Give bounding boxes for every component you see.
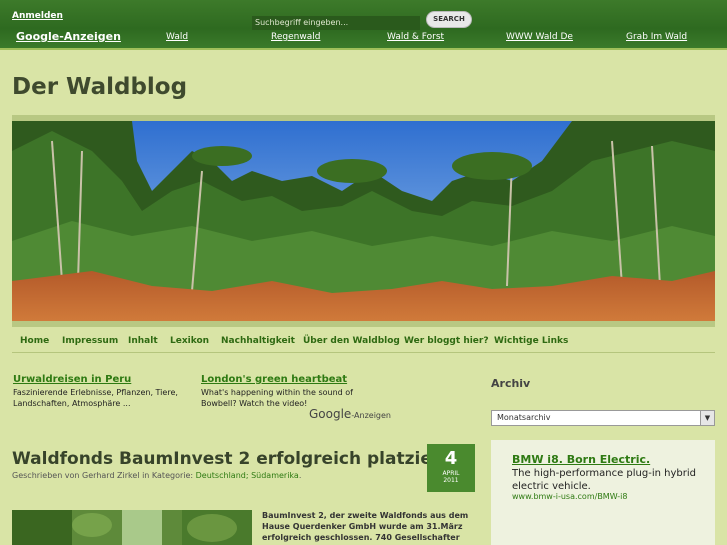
login-link[interactable]: Anmelden: [12, 11, 63, 21]
archive-select-value: Monatsarchiv: [497, 413, 551, 422]
post-meta-author: Geschrieben von Gerhard Zirkel in Katego…: [12, 471, 196, 480]
sidebar-ad-url[interactable]: www.bmw-i-usa.com/BMW-i8: [512, 492, 628, 501]
post-excerpt: BaumInvest 2, der zweite Waldfonds aus d…: [262, 511, 469, 542]
header-image: [12, 115, 715, 327]
google-ads-label[interactable]: Google-Anzeigen: [16, 30, 121, 43]
google-brand: Google: [309, 407, 352, 421]
ad-title-london[interactable]: London's green heartbeat: [201, 374, 347, 385]
date-year: 2011: [443, 477, 459, 484]
sidebar-ad-title[interactable]: BMW i8. Born Electric.: [512, 453, 650, 466]
main-nav: Home Impressum Inhalt Lexikon Nachhaltig…: [12, 329, 715, 353]
nav-nachhaltigkeit[interactable]: Nachhaltigkeit: [221, 336, 295, 346]
nav-home[interactable]: Home: [20, 336, 49, 346]
post-image[interactable]: [12, 510, 252, 545]
ad-link-grab-im-wald[interactable]: Grab Im Wald: [626, 32, 687, 42]
ad-link-wald[interactable]: Wald: [166, 32, 188, 42]
ad-link-regenwald[interactable]: Regenwald: [271, 32, 320, 42]
search-button[interactable]: SEARCH: [426, 11, 472, 28]
sidebar-ad: BMW i8. Born Electric. The high-performa…: [491, 440, 715, 545]
post-date-badge: 4 APRIL 2011: [427, 444, 475, 492]
search-input[interactable]: Suchbegriff eingeben...: [252, 16, 420, 30]
post-title[interactable]: Waldfonds BaumInvest 2 erfolgreich platz…: [12, 449, 456, 469]
site-title[interactable]: Der Waldblog: [12, 74, 187, 100]
date-month: APRIL: [442, 470, 460, 477]
post-categories[interactable]: Deutschland; Südamerika: [196, 471, 299, 480]
ad-link-www-wald-de[interactable]: WWW Wald De: [506, 32, 573, 42]
ad-desc-urwaldreisen: Faszinierende Erlebnisse, Pflanzen, Tier…: [13, 388, 178, 408]
nav-impressum[interactable]: Impressum: [62, 336, 118, 346]
post-meta: Geschrieben von Gerhard Zirkel in Katego…: [12, 471, 301, 480]
google-ads-logo[interactable]: Google-Anzeigen: [309, 407, 391, 421]
sidebar-ad-desc: The high-performance plug-in hybrid elec…: [512, 468, 696, 492]
top-bar: Anmelden Suchbegriff eingeben... SEARCH …: [0, 0, 727, 50]
archive-title: Archiv: [491, 377, 531, 390]
chevron-down-icon[interactable]: ▼: [700, 411, 714, 425]
nav-inhalt[interactable]: Inhalt: [128, 336, 158, 346]
nav-wer-bloggt[interactable]: Wer bloggt hier?: [404, 336, 489, 346]
date-day: 4: [444, 448, 458, 469]
ad-title-urwaldreisen[interactable]: Urwaldreisen in Peru: [13, 374, 131, 385]
ad-desc-london: What's happening within the sound of Bow…: [201, 388, 353, 408]
archive-select[interactable]: Monatsarchiv ▼: [491, 410, 715, 426]
nav-ueber[interactable]: Über den Waldblog: [303, 336, 400, 346]
ad-link-wald-forst[interactable]: Wald & Forst: [387, 32, 444, 42]
google-ads-suffix: -Anzeigen: [351, 411, 391, 420]
nav-lexikon[interactable]: Lexikon: [170, 336, 209, 346]
post-meta-end: .: [298, 471, 302, 480]
nav-wichtige-links[interactable]: Wichtige Links: [494, 336, 568, 346]
